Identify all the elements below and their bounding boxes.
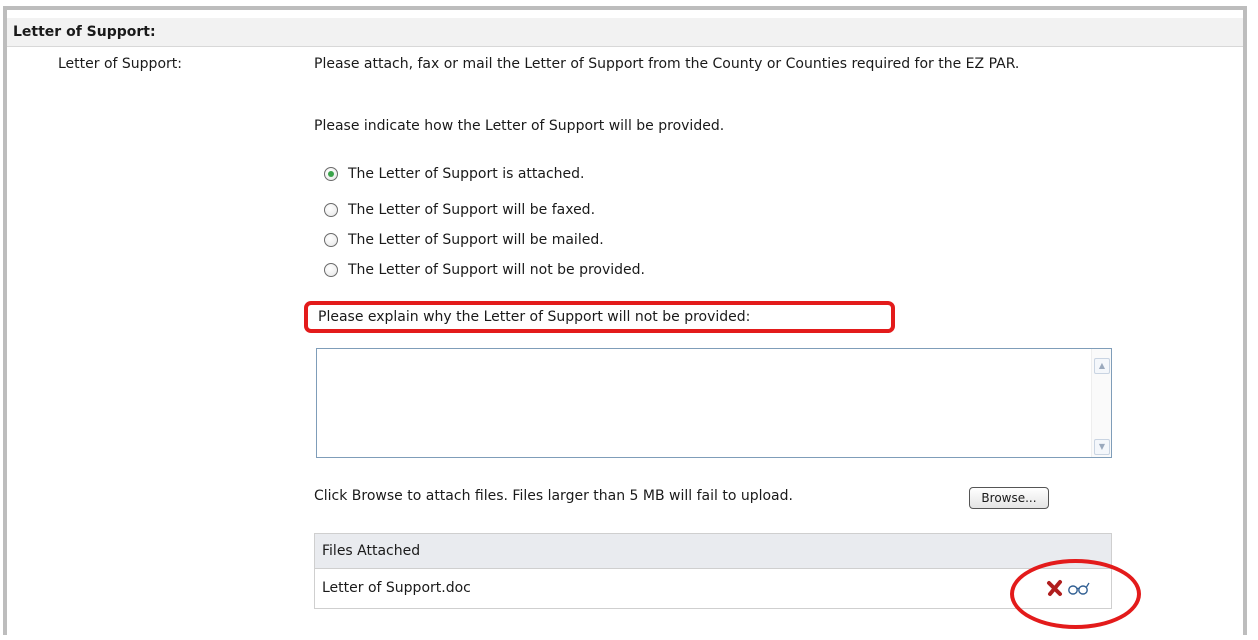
radio-button[interactable] <box>324 263 338 277</box>
radio-option-not-provided[interactable]: The Letter of Support will not be provid… <box>324 258 645 282</box>
explain-label: Please explain why the Letter of Support… <box>304 301 895 333</box>
radio-label: The Letter of Support will be mailed. <box>348 232 604 248</box>
files-attached-table: Files Attached Letter of Support.doc <box>314 533 1112 609</box>
radio-button[interactable] <box>324 233 338 247</box>
radio-button[interactable] <box>324 203 338 217</box>
radio-option-faxed[interactable]: The Letter of Support will be faxed. <box>324 198 595 222</box>
radio-button[interactable] <box>324 167 338 181</box>
browse-button[interactable]: Browse... <box>969 487 1049 509</box>
radio-label: The Letter of Support is attached. <box>348 166 585 182</box>
radio-label: The Letter of Support will not be provid… <box>348 262 646 278</box>
file-actions-highlight <box>1010 559 1141 629</box>
field-label: Letter of Support: <box>58 56 182 72</box>
section-header: Letter of Support: <box>7 18 1243 47</box>
table-row: Letter of Support.doc <box>315 569 1111 608</box>
textarea-scrollbar[interactable]: ▲ ▼ <box>1091 349 1111 457</box>
scroll-down-icon[interactable]: ▼ <box>1094 439 1110 455</box>
upload-instruction: Click Browse to attach files. Files larg… <box>314 488 793 504</box>
radio-option-attached[interactable]: The Letter of Support is attached. <box>324 162 584 186</box>
files-table-header: Files Attached <box>315 534 1111 569</box>
scroll-up-icon[interactable]: ▲ <box>1094 358 1110 374</box>
file-name[interactable]: Letter of Support.doc <box>322 580 471 596</box>
field-description: Please attach, fax or mail the Letter of… <box>314 56 1020 72</box>
radio-label: The Letter of Support will be faxed. <box>348 202 596 218</box>
radio-option-mailed[interactable]: The Letter of Support will be mailed. <box>324 228 604 252</box>
indicate-instruction: Please indicate how the Letter of Suppor… <box>314 118 725 134</box>
explain-textarea[interactable]: ▲ ▼ <box>316 348 1112 458</box>
